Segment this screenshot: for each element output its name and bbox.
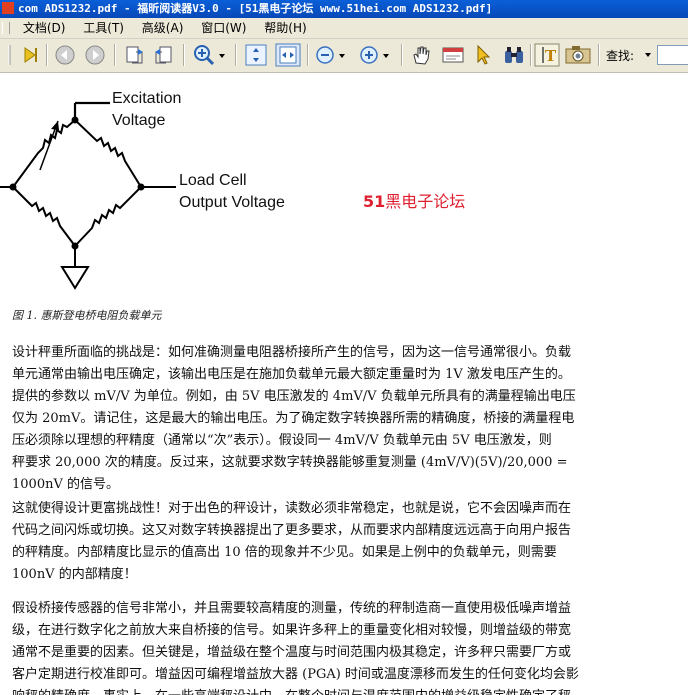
toolbar-separator — [114, 44, 116, 66]
text-line: 压必须除以理想的秤精度（通常以“次”表示）。假设同一 4mV/V 负载单元由 5… — [12, 433, 552, 448]
text-line: 单元通常由输出电压确定，该输出电压是在施加负载单元最大额定重量时为 1V 激发电… — [12, 367, 571, 382]
text-line: 的秤精度。内部精度比显示的值高出 10 倍的现象并不少见。如果是上例中的负载单元… — [12, 545, 557, 560]
window-title: com ADS1232.pdf - 福昕阅读器V3.0 - [51黑电子论坛 w… — [18, 2, 493, 15]
text-line: 仅为 20mV。请记住，这是最大的输出电压。为了确定数字转换器所需的精确度，桥接… — [12, 411, 575, 426]
find-input[interactable] — [657, 45, 688, 65]
fit-width-icon[interactable] — [275, 43, 301, 67]
text-line: 秤要求 20,000 次的精度。反过来，这就要求数字转换器能够重复测量 (4mV… — [12, 455, 568, 470]
app-icon — [2, 2, 14, 14]
menu-bar: 文档(D) 工具(T) 高级(A) 窗口(W) 帮助(H) — [0, 18, 688, 39]
output-label-line2: Output Voltage — [179, 194, 285, 211]
text-line: 设计秤重所面临的挑战是：如何准确测量电阻器桥接所产生的信号，因为这一信号通常很小… — [12, 345, 572, 360]
rotate-left-icon[interactable] — [122, 43, 146, 67]
menu-window[interactable]: 窗口(W) — [194, 18, 253, 38]
select-arrow-icon[interactable] — [472, 43, 494, 67]
last-page-icon[interactable] — [18, 43, 42, 67]
text-line: 客户定期进行校准即可。增益因可编程增益放大器 (PGA) 时间或温度漂移而发生的… — [12, 667, 579, 682]
find-binoculars-icon[interactable] — [501, 43, 527, 67]
toolbar-separator — [46, 44, 48, 66]
menu-tools[interactable]: 工具(T) — [76, 18, 131, 38]
menu-advanced[interactable]: 高级(A) — [135, 18, 191, 38]
toolbar-separator — [307, 44, 309, 66]
paragraph-3: 假设桥接传感器的信号非常小，并且需要较高精度的测量，传统的秤制造商一直使用极低噪… — [12, 598, 688, 695]
svg-text:T: T — [545, 47, 557, 65]
output-label-line1: Load Cell — [179, 172, 247, 189]
excitation-label-line2: Voltage — [112, 112, 166, 129]
back-icon[interactable] — [53, 43, 77, 67]
hand-tool-icon[interactable] — [409, 43, 433, 67]
toolbar-separator — [598, 44, 600, 66]
zoom-in-icon[interactable] — [357, 43, 391, 67]
watermark-text: 黑电子论坛 — [385, 192, 466, 211]
text-line: 这就使得设计更富挑战性！对于出色的秤设计，读数必须非常稳定，也就是说，它不会因噪… — [12, 501, 572, 516]
menu-document[interactable]: 文档(D) — [16, 18, 73, 38]
camera-icon[interactable] — [564, 43, 592, 67]
menu-help[interactable]: 帮助(H) — [257, 18, 313, 38]
paragraph-1: 设计秤重所面临的挑战是：如何准确测量电阻器桥接所产生的信号，因为这一信号通常很小… — [12, 342, 688, 496]
text-select-icon[interactable]: T — [534, 43, 560, 67]
fit-page-icon[interactable] — [243, 43, 269, 67]
text-line: 通常不是重要的因素。但关键是，增益级在整个温度与时间范围内极其稳定，许多秤只需要… — [12, 645, 572, 660]
paragraph-2: 这就使得设计更富挑战性！对于出色的秤设计，读数必须非常稳定，也就是说，它不会因噪… — [12, 498, 688, 586]
title-bar: com ADS1232.pdf - 福昕阅读器V3.0 - [51黑电子论坛 w… — [0, 0, 688, 18]
text-line: 假设桥接传感器的信号非常小，并且需要较高精度的测量，传统的秤制造商一直使用极低噪… — [12, 601, 572, 616]
watermark-number: 51 — [363, 192, 386, 211]
text-line: 级，在进行数字化之前放大来自桥接的信号。如果许多秤上的重量变化相对较慢，则增益级… — [12, 623, 572, 638]
toolbar-grip — [8, 45, 11, 65]
text-line: 1000nV 的信号。 — [12, 477, 119, 492]
menu-grip — [2, 22, 10, 34]
find-label: 查找: — [606, 49, 635, 63]
toolbar: T 查找: — [0, 39, 688, 73]
excitation-label-line1: Excitation — [112, 90, 182, 107]
text-line: 代码之间闪烁或切换。这又对数字转换器提出了更多要求，从而要求内部精度远远高于向用… — [12, 523, 572, 538]
figure-caption: 图 1. 惠斯登电桥电阻负载单元 — [12, 309, 162, 322]
toolbar-separator — [401, 44, 403, 66]
document-view[interactable]: Excitation Voltage Load Cell Output Volt… — [0, 73, 688, 695]
text-line: 100nV 的内部精度！ — [12, 567, 137, 582]
text-line: 提供的参数以 mV/V 为单位。例如，由 5V 电压激发的 4mV/V 负载单元… — [12, 389, 576, 404]
forward-icon[interactable] — [83, 43, 107, 67]
snapshot-tool-icon[interactable] — [440, 43, 466, 67]
rotate-right-icon[interactable] — [152, 43, 176, 67]
toolbar-separator — [530, 44, 532, 66]
forum-watermark: 51黑电子论坛 — [363, 188, 465, 212]
zoom-out-icon[interactable] — [313, 43, 347, 67]
text-line: 响秤的精确度。事实上，在一些高端秤设计中，在整个时间与温度范围内的增益级稳定性确… — [12, 686, 688, 695]
find-options-chevron-icon[interactable] — [642, 43, 654, 67]
zoom-in-tool-icon[interactable] — [192, 43, 226, 67]
toolbar-separator — [235, 44, 237, 66]
toolbar-separator — [183, 44, 185, 66]
